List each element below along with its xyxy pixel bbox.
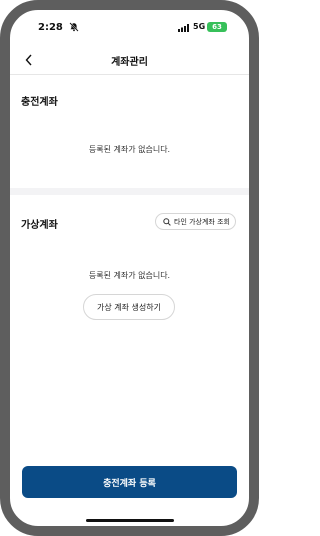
search-other-virtual-account-button[interactable]: 타인 가상계좌 조회 [155,213,236,230]
page-title: 계좌관리 [111,57,148,68]
section-divider [10,188,249,195]
phone-frame: 2:28 5G 63 계좌관리 충전계좌 등록된 계좌가 없습니다. 가상계좌 [0,0,259,536]
search-chip-label: 타인 가상계좌 조회 [174,217,230,226]
virtual-empty-message: 등록된 계좌가 없습니다. [88,271,171,280]
app-header: 계좌관리 [10,46,249,75]
virtual-section-title: 가상계좌 [21,220,58,231]
home-indicator [86,519,174,522]
status-time: 2:28 [38,22,63,33]
status-bar: 2:28 5G 63 [10,10,249,44]
battery-icon: 63 [207,22,227,32]
charging-section-title: 충전계좌 [21,97,58,108]
search-icon [163,217,171,226]
signal-icon [178,24,189,32]
register-charging-account-button[interactable]: 충전계좌 등록 [22,466,237,498]
network-type: 5G [193,22,206,31]
bell-slash-icon [69,22,79,32]
charging-empty-message: 등록된 계좌가 없습니다. [88,145,171,154]
create-virtual-account-button[interactable]: 가상 계좌 생성하기 [83,294,175,320]
